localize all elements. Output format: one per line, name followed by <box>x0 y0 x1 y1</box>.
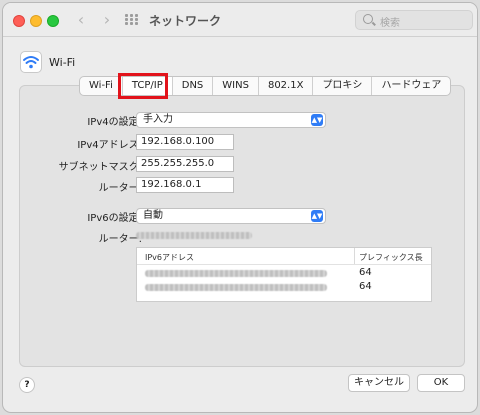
ipv4-address-field[interactable]: 192.168.0.100 <box>136 134 234 150</box>
table-row-prefix: 64 <box>359 281 372 292</box>
ipv6-config-popup[interactable]: 自動 ▲▼ <box>136 208 326 224</box>
ipv6-router-value-redacted <box>136 232 252 239</box>
ipv6-config-value: 自動 <box>143 210 163 221</box>
window-title: ネットワーク <box>149 14 222 28</box>
tab-wifi[interactable]: Wi-Fi <box>80 77 123 95</box>
network-preferences-window: ‹ › ネットワーク 検索 Wi-Fi IPv4の設定: 手入力 ▲▼ IPv4… <box>2 2 478 413</box>
chevron-right-icon: › <box>103 10 111 29</box>
tab-8021x[interactable]: 802.1X <box>259 77 314 95</box>
chevron-updown-icon: ▲▼ <box>311 210 323 222</box>
forward-button[interactable]: › <box>97 11 117 29</box>
subnet-mask-label: サブネットマスク: <box>58 162 142 173</box>
ipv4-config-value: 手入力 <box>143 114 173 125</box>
tab-dns[interactable]: DNS <box>173 77 214 95</box>
ipv6-config-label: IPv6の設定: <box>87 213 142 224</box>
tab-proxy[interactable]: プロキシ <box>313 77 373 95</box>
help-button[interactable]: ? <box>19 377 35 393</box>
search-icon <box>363 14 373 24</box>
ipv4-address-label: IPv4アドレス: <box>77 140 142 151</box>
ipv6-address-table: IPv6アドレス プレフィックス長 64 64 <box>136 247 432 302</box>
cancel-button[interactable]: キャンセル <box>348 374 410 392</box>
ok-button[interactable]: OK <box>417 374 465 392</box>
close-button[interactable] <box>13 15 25 27</box>
router-field[interactable]: 192.168.0.1 <box>136 177 234 193</box>
chevron-left-icon: ‹ <box>77 10 85 29</box>
wifi-icon <box>20 51 42 73</box>
ipv4-config-label: IPv4の設定: <box>87 117 142 128</box>
settings-panel: IPv4の設定: 手入力 ▲▼ IPv4アドレス: 192.168.0.100 … <box>19 85 465 367</box>
title-bar: ‹ › ネットワーク 検索 <box>3 3 477 37</box>
column-header-prefix-length: プレフィックス長 <box>359 253 423 262</box>
tab-hardware[interactable]: ハードウェア <box>372 77 450 95</box>
search-input[interactable]: 検索 <box>355 10 473 30</box>
ipv6-router-label: ルーター: <box>98 234 142 245</box>
chevron-updown-icon: ▲▼ <box>311 114 323 126</box>
column-header-ipv6-address: IPv6アドレス <box>145 253 195 262</box>
column-divider <box>354 248 355 264</box>
tcpip-tab-highlight <box>118 73 168 99</box>
search-placeholder: 検索 <box>380 18 400 29</box>
grid-icon[interactable] <box>125 14 139 26</box>
subnet-mask-field[interactable]: 255.255.255.0 <box>136 156 234 172</box>
ipv4-config-popup[interactable]: 手入力 ▲▼ <box>136 112 326 128</box>
table-row-prefix: 64 <box>359 267 372 278</box>
router-label: ルーター: <box>98 183 142 194</box>
back-button[interactable]: ‹ <box>71 11 91 29</box>
header-divider <box>137 264 431 265</box>
zoom-button[interactable] <box>47 15 59 27</box>
minimize-button[interactable] <box>30 15 42 27</box>
tab-wins[interactable]: WINS <box>213 77 259 95</box>
ipv6-address-redacted <box>145 270 327 277</box>
service-name: Wi-Fi <box>49 56 76 69</box>
help-icon: ? <box>24 380 30 390</box>
ipv6-address-redacted <box>145 284 327 291</box>
